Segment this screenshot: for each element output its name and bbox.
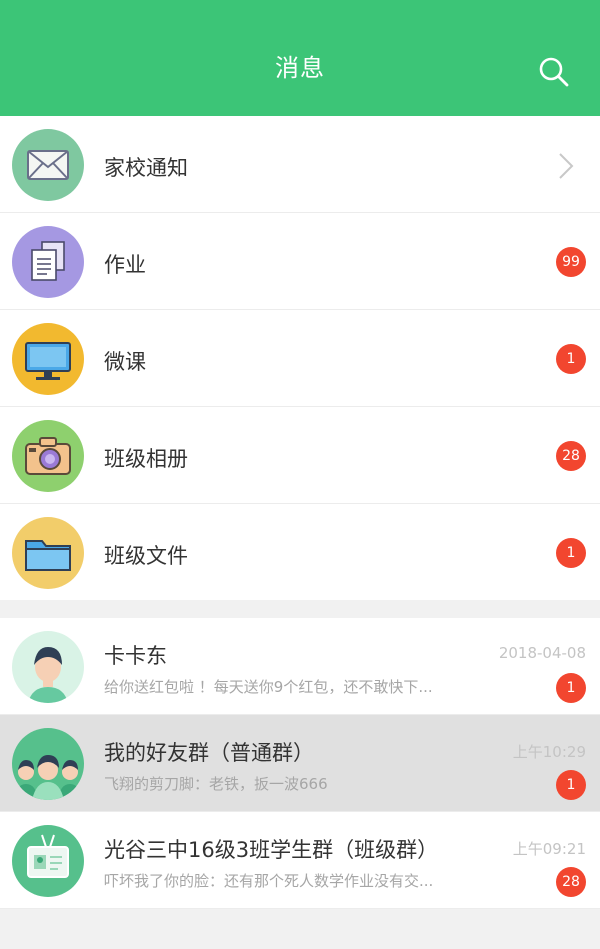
documents-icon bbox=[12, 226, 84, 298]
chat-item[interactable]: 卡卡东 给你送红包啦 ！每天送你9个红包，还不敢快下... 2018-04-08… bbox=[0, 618, 600, 715]
feature-class-album[interactable]: 班级相册 28 bbox=[0, 407, 600, 504]
feature-class-files[interactable]: 班级文件 1 bbox=[0, 504, 600, 600]
chevron-right-icon bbox=[558, 152, 574, 180]
badge-avatar bbox=[12, 825, 84, 897]
chat-name: 光谷三中16级3班学生群（班级群） bbox=[104, 838, 439, 862]
feature-school-notice[interactable]: 家校通知 bbox=[0, 116, 600, 213]
chat-time: 上午10:29 bbox=[512, 743, 586, 761]
camera-icon bbox=[12, 420, 84, 492]
unread-badge: 1 bbox=[556, 344, 586, 374]
chat-preview: 吓坏我了你的脸：还有那个死人数学作业没有交... bbox=[104, 872, 434, 890]
unread-badge: 1 bbox=[556, 673, 586, 703]
section-divider bbox=[0, 600, 600, 618]
feature-label: 班级文件 bbox=[104, 544, 188, 568]
unread-badge: 99 bbox=[556, 247, 586, 277]
chat-preview: 给你送红包啦 ！每天送你9个红包，还不敢快下... bbox=[104, 678, 433, 696]
monitor-icon bbox=[12, 323, 84, 395]
chat-preview: 飞翔的剪刀脚：老铁，扳一波666 bbox=[104, 775, 328, 793]
feature-label: 班级相册 bbox=[104, 447, 188, 471]
feature-label: 作业 bbox=[104, 253, 146, 277]
chat-list: 卡卡东 给你送红包啦 ！每天送你9个红包，还不敢快下... 2018-04-08… bbox=[0, 618, 600, 909]
unread-badge: 28 bbox=[556, 867, 586, 897]
group-avatar bbox=[12, 728, 84, 800]
feature-label: 微课 bbox=[104, 350, 146, 374]
feature-list: 家校通知 作业 99 微课 1 班级相册 28 班级文件 1 bbox=[0, 116, 600, 600]
chat-name: 卡卡东 bbox=[104, 644, 167, 668]
search-icon[interactable] bbox=[538, 56, 570, 88]
chat-time: 上午09:21 bbox=[512, 840, 586, 858]
feature-micro-lesson[interactable]: 微课 1 bbox=[0, 310, 600, 407]
chat-item[interactable]: 我的好友群（普通群） 飞翔的剪刀脚：老铁，扳一波666 上午10:29 1 bbox=[0, 715, 600, 812]
feature-label: 家校通知 bbox=[104, 156, 188, 180]
page-title: 消息 bbox=[275, 54, 325, 82]
person-avatar bbox=[12, 631, 84, 703]
envelope-icon bbox=[12, 129, 84, 201]
chat-name: 我的好友群（普通群） bbox=[104, 741, 314, 765]
chat-time: 2018-04-08 bbox=[498, 644, 586, 662]
unread-badge: 28 bbox=[556, 441, 586, 471]
chat-item[interactable]: 光谷三中16级3班学生群（班级群） 吓坏我了你的脸：还有那个死人数学作业没有交.… bbox=[0, 812, 600, 909]
top-bar: 消息 bbox=[0, 0, 600, 116]
unread-badge: 1 bbox=[556, 538, 586, 568]
folder-icon bbox=[12, 517, 84, 589]
feature-homework[interactable]: 作业 99 bbox=[0, 213, 600, 310]
unread-badge: 1 bbox=[556, 770, 586, 800]
